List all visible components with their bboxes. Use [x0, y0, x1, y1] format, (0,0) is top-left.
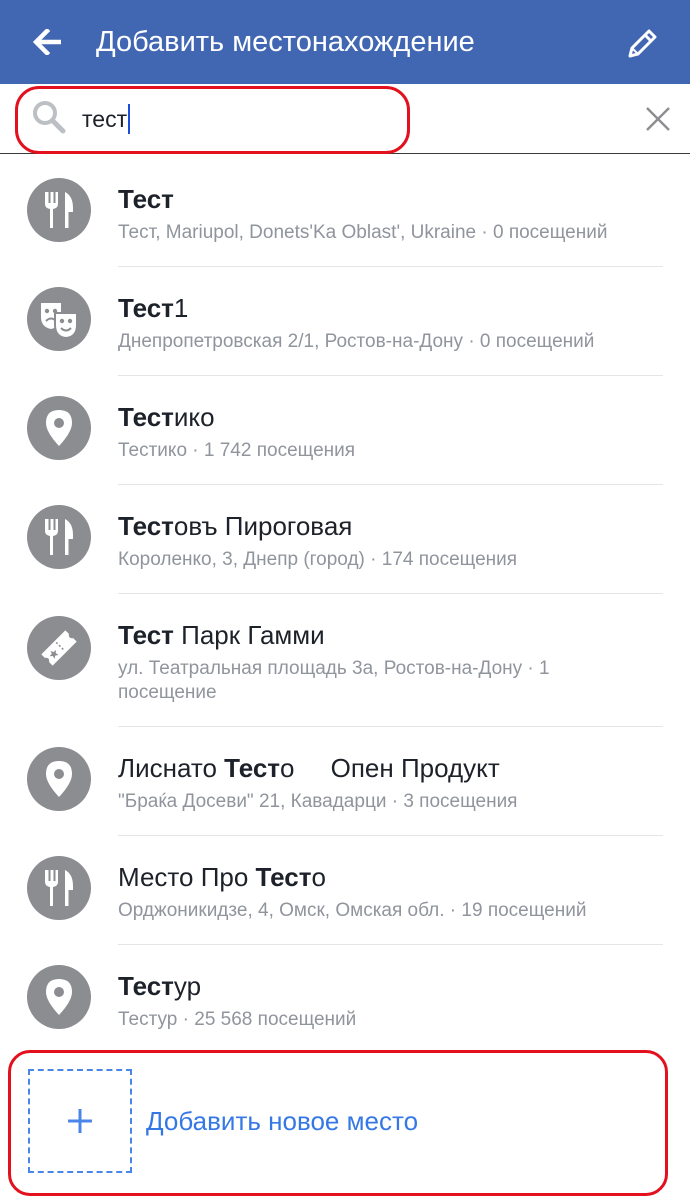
search-icon	[33, 101, 66, 134]
pencil-icon	[628, 29, 657, 58]
add-place-button[interactable]	[28, 1069, 132, 1173]
edit-button[interactable]	[620, 22, 664, 66]
add-place-link[interactable]: Добавить новое место	[146, 1104, 418, 1138]
place-details: Тест, Mariupol, Donets'Ka Oblast', Ukrai…	[118, 222, 608, 243]
list-item[interactable]: Тестур Тестур · 25 568 посещений	[0, 945, 690, 1054]
page-title: Добавить местонахождение	[96, 26, 475, 58]
list-item[interactable]: Тест1 Днепропетровская 2/1, Ростов-на-До…	[0, 267, 690, 376]
place-details: ул. Театральная площадь 3а, Ростов-на-До…	[118, 658, 550, 703]
location-pin-icon	[27, 965, 91, 1029]
restaurant-icon	[27, 505, 91, 569]
list-item[interactable]: Тестико Тестико · 1 742 посещения	[0, 376, 690, 485]
list-item[interactable]: Место Про Тесто Орджоникидзе, 4, Омск, О…	[0, 836, 690, 945]
close-icon	[646, 107, 670, 131]
place-name: Тестовъ Пироговая	[118, 511, 353, 541]
arrow-left-icon	[33, 29, 61, 55]
place-name: Лиснато Тесто Опен Продукт	[118, 753, 500, 783]
place-details: Короленко, 3, Днепр (город) · 174 посеще…	[118, 549, 518, 570]
list-item[interactable]: Тест Парк Гамми ул. Театральная площадь …	[0, 594, 690, 727]
place-name: Тест Парк Гамми	[118, 620, 325, 650]
place-details: Днепропетровская 2/1, Ростов-на-Дону · 0…	[118, 331, 595, 352]
back-button[interactable]	[28, 22, 68, 62]
search-input-text: тест	[82, 106, 128, 132]
results-list: Тест Тест, Mariupol, Donets'Ka Oblast', …	[0, 158, 690, 1054]
list-item[interactable]: Лиснато Тесто Опен Продукт "Браќа Досеви…	[0, 727, 690, 836]
place-details: "Браќа Досеви" 21, Кавадарци · 3 посещен…	[118, 791, 518, 812]
restaurant-icon	[27, 856, 91, 920]
list-item[interactable]: Тестовъ Пироговая Короленко, 3, Днепр (г…	[0, 485, 690, 594]
clear-search-button[interactable]	[638, 99, 678, 139]
place-details: Орджоникидзе, 4, Омск, Омская обл. · 19 …	[118, 900, 587, 921]
text-caret	[128, 104, 131, 134]
restaurant-icon	[27, 178, 91, 242]
location-pin-icon	[27, 396, 91, 460]
list-item[interactable]: Тест Тест, Mariupol, Donets'Ka Oblast', …	[0, 158, 690, 267]
search-input[interactable]: тест	[82, 102, 131, 136]
location-pin-icon	[27, 747, 91, 811]
theater-masks-icon	[27, 287, 91, 351]
place-details: Тестур · 25 568 посещений	[118, 1009, 357, 1030]
top-app-bar: Добавить местонахождение	[0, 0, 690, 84]
ticket-icon	[27, 616, 91, 680]
place-name: Место Про Тесто	[118, 862, 326, 892]
plus-icon	[68, 1109, 92, 1133]
place-name: Тестур	[118, 971, 202, 1001]
place-name: Тестико	[118, 402, 215, 432]
place-details: Тестико · 1 742 посещения	[118, 440, 356, 461]
search-highlight-annotation	[15, 86, 410, 154]
place-name: Тест	[118, 184, 174, 214]
place-name: Тест1	[118, 293, 189, 323]
